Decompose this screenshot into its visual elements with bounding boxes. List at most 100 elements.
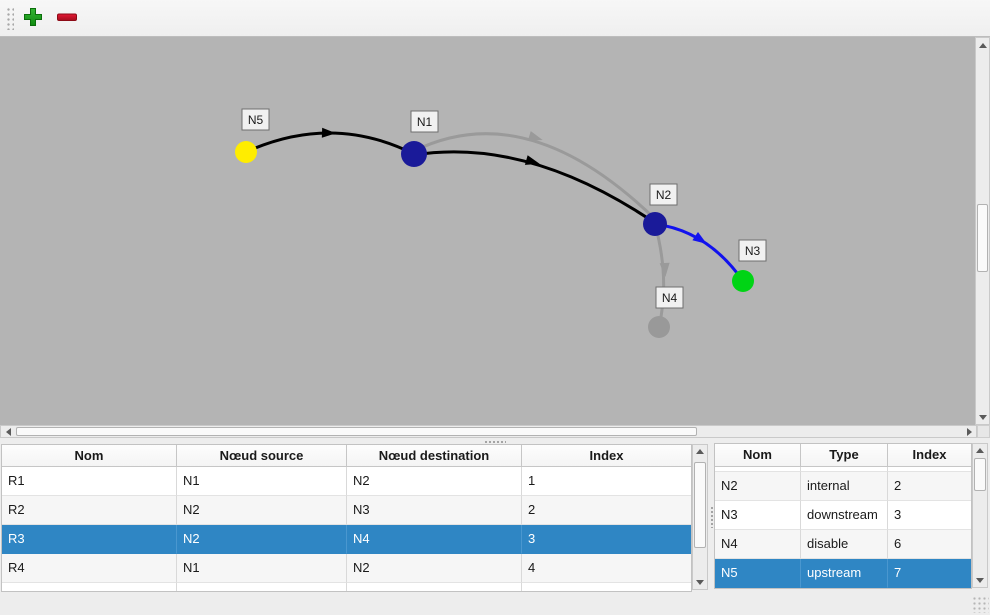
table-row-R3[interactable]: R3N2N43 <box>2 525 691 554</box>
canvas-vertical-scrollbar[interactable] <box>975 37 990 425</box>
table-cell[interactable]: internal <box>801 472 888 501</box>
scroll-up-button[interactable] <box>693 445 707 458</box>
plus-icon <box>22 6 44 31</box>
splitter-handle-dots <box>710 506 713 528</box>
scroll-down-button[interactable] <box>973 574 987 587</box>
table-cell[interactable]: N4 <box>715 530 801 559</box>
table-row-N2[interactable]: N2internal2 <box>715 472 971 501</box>
table-cell[interactable]: N1 <box>177 467 347 496</box>
column-header-n-ud-source[interactable]: Nœud source <box>177 445 347 467</box>
table-cell[interactable]: N2 <box>177 496 347 525</box>
triangle-right-icon <box>967 428 972 436</box>
graph-edge-N1-N2-b[interactable] <box>414 134 656 220</box>
triangle-down-icon <box>976 578 984 583</box>
scroll-up-button[interactable] <box>976 38 989 52</box>
table-cell[interactable]: disable <box>801 530 888 559</box>
table-header: NomTypeIndex <box>715 444 971 467</box>
triangle-down-icon <box>979 415 987 420</box>
table-cell[interactable]: R4 <box>2 554 177 583</box>
remove-button[interactable] <box>52 3 82 33</box>
table-cell[interactable]: 7 <box>888 559 971 588</box>
graph-node-N2[interactable] <box>643 212 667 236</box>
table-row-N3[interactable]: N3downstream3 <box>715 501 971 530</box>
graph-node-N1[interactable] <box>401 141 427 167</box>
graph-node-N4[interactable] <box>648 316 670 338</box>
table-cell[interactable] <box>347 583 522 591</box>
splitter-handle-dots <box>484 440 506 443</box>
table-row-R4[interactable]: R4N1N24 <box>2 554 691 583</box>
empty-row[interactable] <box>2 583 691 591</box>
scroll-up-button[interactable] <box>973 444 987 457</box>
graph-canvas[interactable]: N5N1N2N3N4 <box>0 37 975 425</box>
table-cell[interactable] <box>522 583 691 591</box>
table-cell[interactable]: N3 <box>347 496 522 525</box>
table-cell[interactable]: 2 <box>522 496 691 525</box>
table-cell[interactable]: R2 <box>2 496 177 525</box>
triangle-up-icon <box>976 448 984 453</box>
scroll-left-button[interactable] <box>1 426 15 437</box>
table-cell[interactable]: N3 <box>715 501 801 530</box>
scroll-down-button[interactable] <box>976 410 989 424</box>
column-header-n-ud-destination[interactable]: Nœud destination <box>347 445 522 467</box>
table-cell[interactable]: downstream <box>801 501 888 530</box>
table-cell[interactable]: N2 <box>177 525 347 554</box>
table-cell[interactable]: 1 <box>522 467 691 496</box>
table-row-N5[interactable]: N5upstream7 <box>715 559 971 588</box>
table-cell[interactable]: N1 <box>177 554 347 583</box>
node-label-N2: N2 <box>656 188 672 202</box>
column-header-nom[interactable]: Nom <box>2 445 177 467</box>
routes-table-scrollbar[interactable] <box>692 444 708 590</box>
table-cell[interactable] <box>177 583 347 591</box>
column-header-nom[interactable]: Nom <box>715 444 801 467</box>
scrollbar-corner <box>977 425 990 438</box>
table-cell[interactable]: 2 <box>888 472 971 501</box>
table-header: NomNœud sourceNœud destinationIndex <box>2 445 691 467</box>
graph-edge-N2-N4[interactable] <box>655 224 664 327</box>
graph-node-N5[interactable] <box>235 141 257 163</box>
triangle-down-icon <box>696 580 704 585</box>
table-cell[interactable]: 6 <box>888 530 971 559</box>
scroll-down-button[interactable] <box>693 576 707 589</box>
table-row-R2[interactable]: R2N2N32 <box>2 496 691 525</box>
triangle-up-icon <box>696 449 704 454</box>
table-cell[interactable] <box>2 583 177 591</box>
add-button[interactable] <box>18 3 48 33</box>
edge-arrow-icon <box>322 128 336 138</box>
table-cell[interactable]: R3 <box>2 525 177 554</box>
edge-arrow-icon <box>660 263 671 278</box>
node-label-N5: N5 <box>248 113 264 127</box>
table-row-N4[interactable]: N4disable6 <box>715 530 971 559</box>
node-label-N4: N4 <box>662 291 678 305</box>
table-cell[interactable]: upstream <box>801 559 888 588</box>
scroll-right-button[interactable] <box>962 426 976 437</box>
table-cell[interactable]: N2 <box>715 472 801 501</box>
table-cell[interactable]: N4 <box>347 525 522 554</box>
table-cell[interactable]: N2 <box>347 554 522 583</box>
table-row-R1[interactable]: R1N1N21 <box>2 467 691 496</box>
toolbar-drag-handle[interactable] <box>5 6 14 30</box>
nodes-scrollbar-thumb[interactable] <box>974 458 986 491</box>
graph-edge-N5-N1[interactable] <box>246 133 414 154</box>
canvas-horizontal-scrollbar-thumb[interactable] <box>16 427 697 436</box>
canvas-horizontal-scrollbar[interactable] <box>0 425 977 438</box>
window-resize-grip[interactable] <box>972 596 989 613</box>
graph-node-N3[interactable] <box>732 270 754 292</box>
table-cell[interactable]: N2 <box>347 467 522 496</box>
graph-edge-N2-N3[interactable] <box>655 224 743 281</box>
nodes-table: NomTypeIndexN2internal2N3downstream3N4di… <box>714 443 972 589</box>
column-header-type[interactable]: Type <box>801 444 888 467</box>
table-cell[interactable]: 3 <box>522 525 691 554</box>
routes-scrollbar-thumb[interactable] <box>694 462 706 548</box>
nodes-table-scrollbar[interactable] <box>972 443 988 588</box>
column-header-index[interactable]: Index <box>522 445 691 467</box>
table-cell[interactable]: 3 <box>888 501 971 530</box>
column-header-index[interactable]: Index <box>888 444 971 467</box>
canvas-vertical-scrollbar-thumb[interactable] <box>977 204 988 272</box>
routes-table: NomNœud sourceNœud destinationIndexR1N1N… <box>1 444 692 592</box>
table-cell[interactable]: R1 <box>2 467 177 496</box>
table-cell[interactable]: 4 <box>522 554 691 583</box>
node-label-N3: N3 <box>745 244 761 258</box>
table-cell[interactable]: N5 <box>715 559 801 588</box>
triangle-up-icon <box>979 43 987 48</box>
minus-icon <box>56 6 78 31</box>
